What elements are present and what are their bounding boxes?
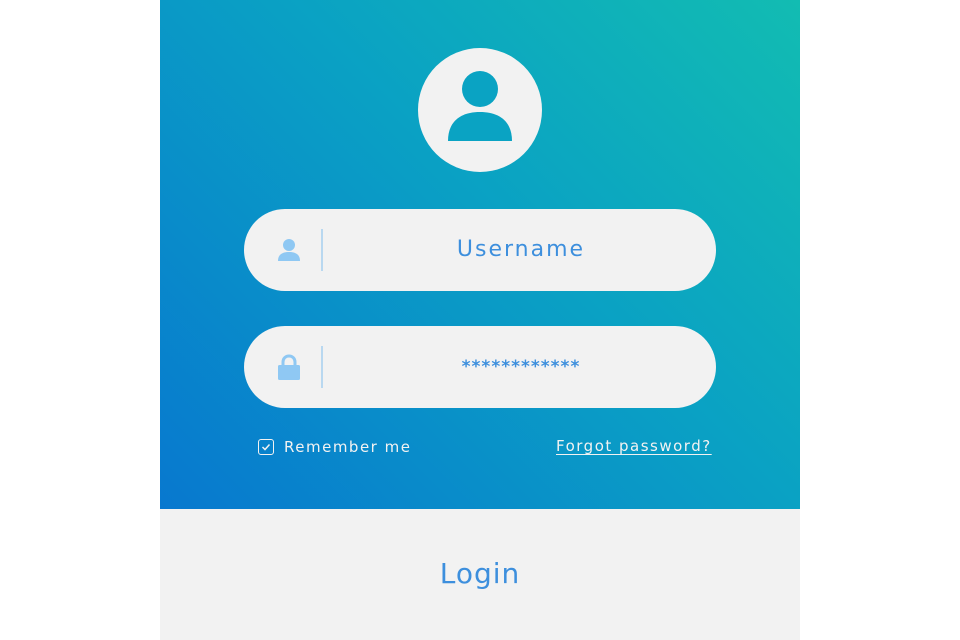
user-avatar-icon: [448, 71, 512, 141]
field-divider: [321, 229, 323, 271]
password-field[interactable]: ************: [244, 326, 716, 408]
user-icon: [278, 239, 300, 261]
remember-me[interactable]: Remember me: [258, 437, 411, 457]
login-panel: Username ************ Remember me Forgot…: [160, 0, 800, 640]
forgot-password-link[interactable]: Forgot password?: [556, 437, 712, 455]
login-button-label: Login: [439, 557, 521, 590]
login-button[interactable]: Login: [160, 509, 800, 640]
username-input[interactable]: Username: [326, 209, 716, 291]
password-input[interactable]: ************: [326, 326, 716, 408]
remember-me-checkbox[interactable]: [258, 439, 274, 455]
avatar: [418, 48, 542, 172]
login-screen: Username ************ Remember me Forgot…: [0, 0, 960, 640]
login-header-area: Username ************ Remember me Forgot…: [160, 0, 800, 509]
username-field[interactable]: Username: [244, 209, 716, 291]
remember-me-label: Remember me: [284, 438, 412, 456]
lock-icon: [278, 354, 300, 380]
field-divider: [321, 346, 323, 388]
checkmark-icon: [261, 443, 271, 451]
